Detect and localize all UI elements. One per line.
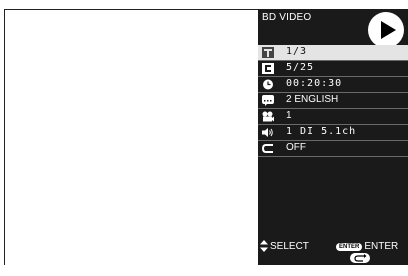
play-icon[interactable] <box>368 12 404 48</box>
osd-row-time[interactable]: 00:20:30 <box>258 77 408 93</box>
title-value: 1/3 <box>286 46 308 57</box>
osd-header: BD VIDEO <box>258 9 408 48</box>
time-icon <box>263 79 273 90</box>
audio-icon <box>262 128 273 137</box>
osd-footer: SELECT ENTER ENTER RETURN <box>258 235 408 276</box>
title-icon <box>262 47 274 58</box>
select-hint: SELECT <box>270 241 309 252</box>
chapter-value: 5/25 <box>286 62 315 73</box>
return-hint-label: RETURN <box>350 265 392 276</box>
on-screen-display-panel: BD VIDEO 1/3 5/25 00:20:30 2 ENGLISH 1 1… <box>258 9 408 276</box>
audio-value: 1 DI 5.1ch <box>286 126 357 137</box>
angle-icon <box>262 111 274 122</box>
time-value: 00:20:30 <box>286 78 343 89</box>
enter-hint-label: ENTER <box>364 241 399 252</box>
osd-row-chapter[interactable]: 5/25 <box>258 61 408 77</box>
screen: BD VIDEO 1/3 5/25 00:20:30 2 ENGLISH 1 1… <box>0 0 408 276</box>
osd-row-audio[interactable]: 1 DI 5.1ch <box>258 125 408 141</box>
angle-value: 1 <box>286 110 292 121</box>
osd-row-repeat[interactable]: OFF <box>258 141 408 157</box>
subtitle-icon <box>262 95 274 106</box>
video-frame-left-edge <box>4 9 5 265</box>
disc-type-label: BD VIDEO <box>262 12 312 23</box>
subtitle-value: 2 ENGLISH <box>286 94 339 105</box>
osd-row-title[interactable]: 1/3 <box>258 45 408 61</box>
enter-hint: ENTER ENTER <box>336 241 398 252</box>
repeat-icon <box>262 144 273 153</box>
osd-row-subtitle[interactable]: 2 ENGLISH <box>258 93 408 109</box>
repeat-value: OFF <box>286 142 306 153</box>
return-button-icon <box>350 253 370 263</box>
up-down-arrows-icon <box>260 240 268 252</box>
chapter-icon <box>262 63 274 74</box>
enter-button-icon: ENTER <box>336 243 363 251</box>
osd-row-angle[interactable]: 1 <box>258 109 408 125</box>
video-frame-top-edge <box>4 9 262 10</box>
